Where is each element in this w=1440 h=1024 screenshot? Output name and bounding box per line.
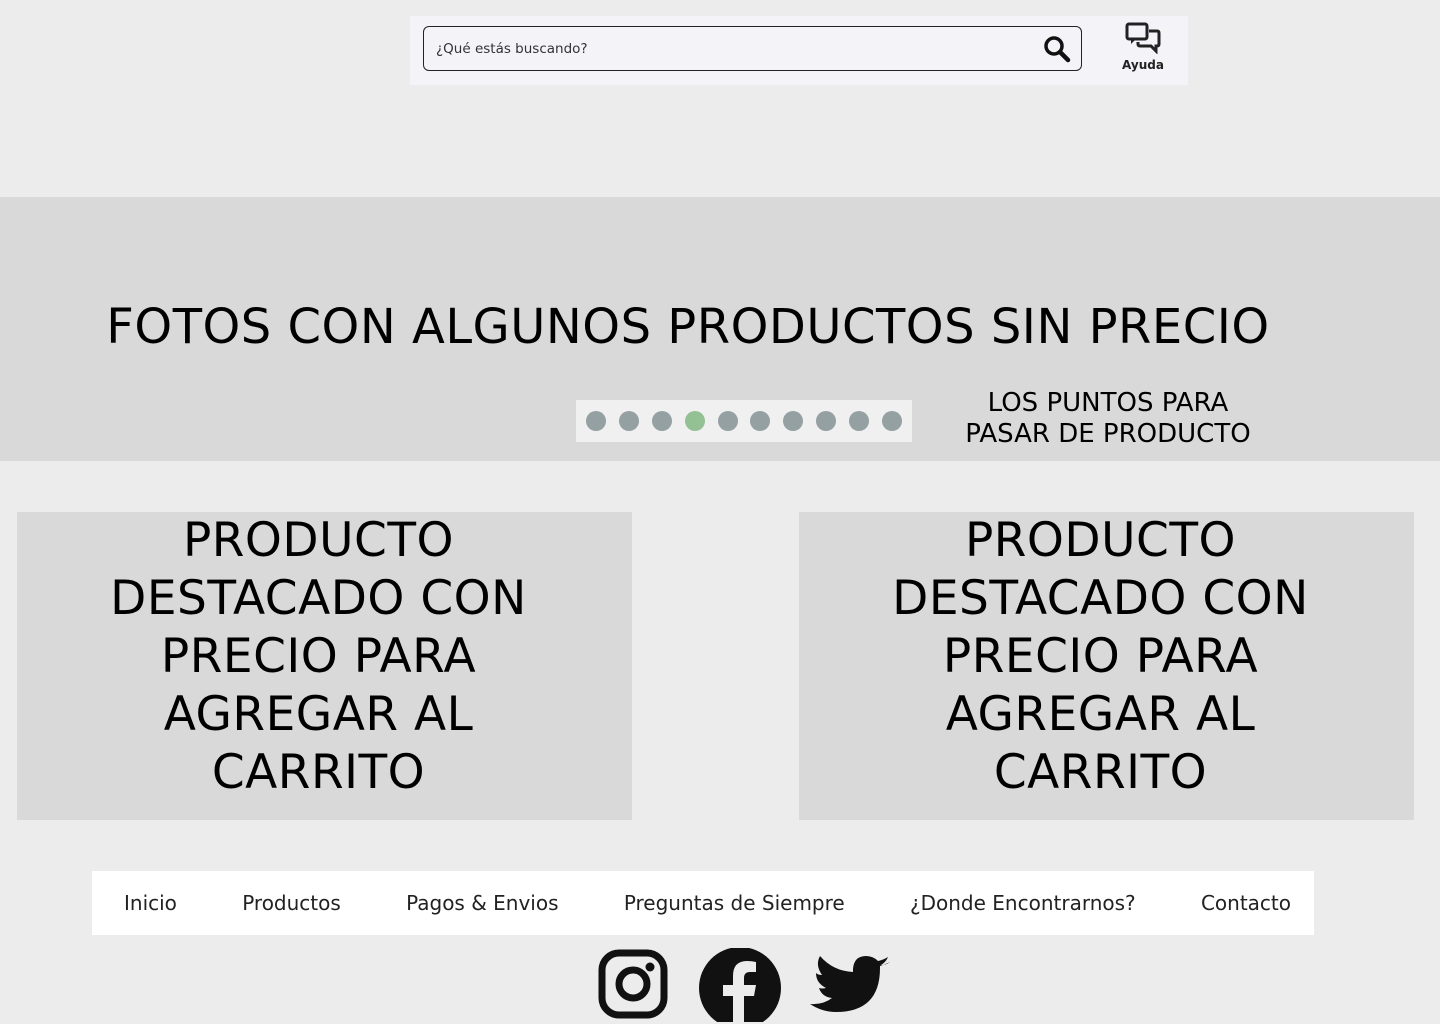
footer-nav: Inicio Productos Pagos & Envios Pregunta… xyxy=(92,871,1314,935)
carousel-dot[interactable] xyxy=(783,411,804,431)
nav-item-pagos-envios[interactable]: Pagos & Envios xyxy=(406,891,558,915)
top-search-bar: Ayuda xyxy=(410,16,1188,85)
nav-item-productos[interactable]: Productos xyxy=(242,891,341,915)
product-line: AGREGAR AL xyxy=(945,687,1256,742)
search-input[interactable] xyxy=(436,27,1026,70)
product-line: PRECIO PARA xyxy=(942,629,1259,684)
nav-item-donde-encontrarnos[interactable]: ¿Donde Encontrarnos? xyxy=(910,891,1136,915)
nav-item-inicio[interactable]: Inicio xyxy=(124,891,177,915)
nav-item-contacto[interactable]: Contacto xyxy=(1201,891,1291,915)
product-line: DESTACADO CON xyxy=(892,571,1309,626)
product-line: CARRITO xyxy=(211,745,426,800)
product-line: PRODUCTO xyxy=(182,513,455,568)
featured-product-card[interactable]: PRODUCTO DESTACADO CON PRECIO PARA AGREG… xyxy=(799,512,1414,820)
product-line: CARRITO xyxy=(993,745,1208,800)
facebook-icon[interactable] xyxy=(698,948,782,1022)
help-label: Ayuda xyxy=(1122,58,1164,72)
product-line: PRODUCTO xyxy=(964,513,1237,568)
hero-title: FOTOS CON ALGUNOS PRODUCTOS SIN PRECIO xyxy=(106,299,1270,355)
carousel-dot[interactable] xyxy=(586,411,606,431)
twitter-icon[interactable] xyxy=(808,948,892,1022)
carousel-dots-note: LOS PUNTOS PARA PASAR DE PRODUCTO xyxy=(960,388,1256,450)
product-description: PRODUCTO DESTACADO CON PRECIO PARA AGREG… xyxy=(799,512,1402,802)
hero-carousel: FOTOS CON ALGUNOS PRODUCTOS SIN PRECIO L… xyxy=(0,197,1440,461)
dots-note-line-2: PASAR DE PRODUCTO xyxy=(965,419,1251,449)
carousel-dots xyxy=(576,400,912,442)
product-line: PRECIO PARA xyxy=(160,629,477,684)
instagram-icon[interactable] xyxy=(597,948,669,1022)
carousel-dot[interactable] xyxy=(816,411,837,431)
search-icon[interactable] xyxy=(1043,35,1071,63)
nav-item-preguntas[interactable]: Preguntas de Siempre xyxy=(624,891,845,915)
featured-product-card[interactable]: PRODUCTO DESTACADO CON PRECIO PARA AGREG… xyxy=(17,512,632,820)
chat-bubbles-icon xyxy=(1125,22,1161,54)
carousel-dot[interactable] xyxy=(717,411,738,431)
carousel-dot[interactable] xyxy=(750,411,771,431)
carousel-dot[interactable] xyxy=(881,411,902,431)
help-button[interactable]: Ayuda xyxy=(1110,22,1176,74)
dots-note-line-1: LOS PUNTOS PARA xyxy=(987,388,1229,418)
carousel-dot[interactable] xyxy=(849,411,869,431)
carousel-dot[interactable] xyxy=(618,411,639,431)
search-box[interactable] xyxy=(423,26,1082,71)
carousel-dot-active[interactable] xyxy=(684,411,705,431)
product-description: PRODUCTO DESTACADO CON PRECIO PARA AGREG… xyxy=(17,512,620,802)
product-line: AGREGAR AL xyxy=(163,687,474,742)
product-line: DESTACADO CON xyxy=(110,571,527,626)
carousel-dot[interactable] xyxy=(651,411,672,431)
